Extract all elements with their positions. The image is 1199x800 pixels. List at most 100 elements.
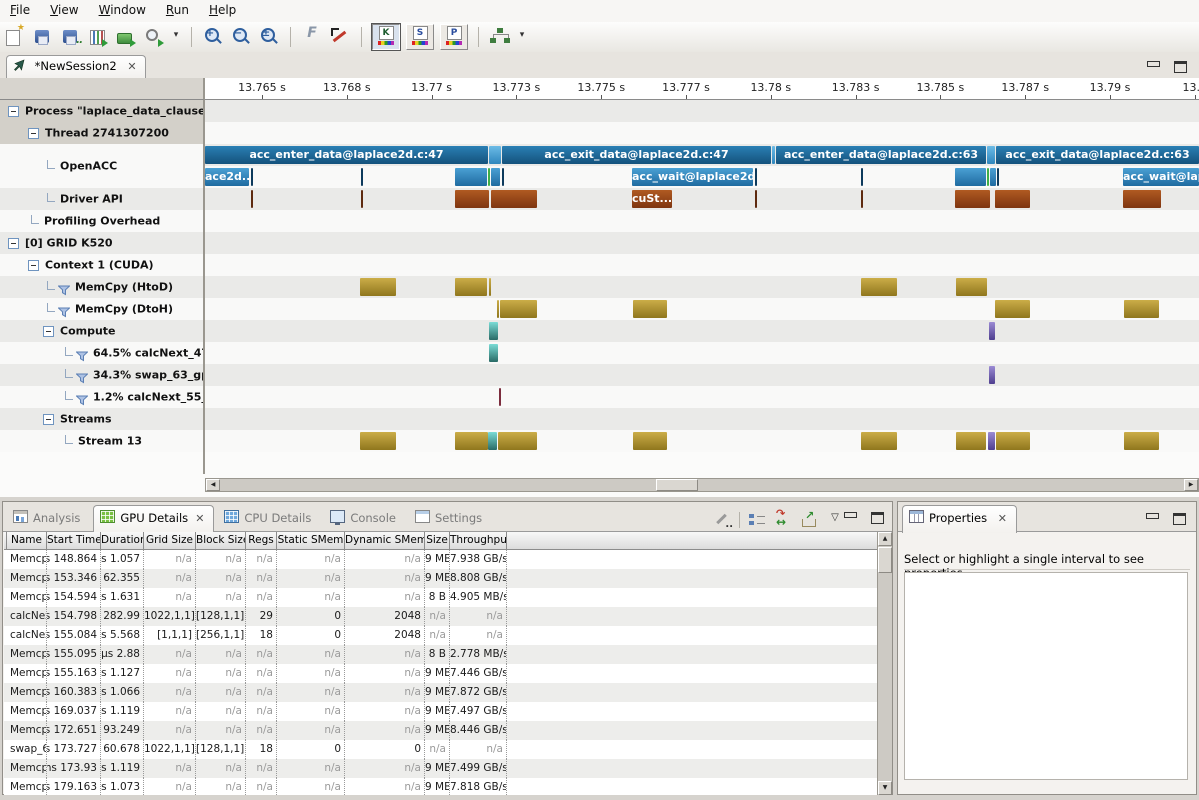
tab-console[interactable]: Console xyxy=(324,506,405,531)
openacc-wait-interval[interactable] xyxy=(491,168,500,186)
time-ruler[interactable]: 13.765 s13.768 s13.77 s13.773 s13.775 s1… xyxy=(205,78,1199,100)
tree-row-stream-13[interactable]: Stream 13 xyxy=(0,430,203,452)
tree-row-profiling-overhead[interactable]: Profiling Overhead xyxy=(0,210,203,232)
openacc-wait-interval[interactable] xyxy=(987,168,989,186)
tree-row-34-3-swap-63-gpu[interactable]: 34.3% swap_63_gpu xyxy=(0,364,203,386)
table-row[interactable]: calcNext154.798 ms282.99 µs1022,1,1][128… xyxy=(4,607,878,626)
tab-settings[interactable]: Settings xyxy=(409,506,491,531)
stream-13-interval[interactable] xyxy=(633,432,667,450)
hscroll-thumb[interactable] xyxy=(656,479,698,491)
driver-api-interval[interactable] xyxy=(955,190,990,208)
memcpy-dtoh-interval[interactable] xyxy=(1124,300,1159,318)
openacc-wait-interval[interactable] xyxy=(997,168,999,186)
openacc-enter-exit-interval[interactable]: acc_enter_data@laplace2d.c:63 xyxy=(776,146,986,164)
close-icon[interactable]: ✕ xyxy=(127,60,136,73)
table-row[interactable]: Memcpy172.651 ms93.249 µsn/an/an/an/an/a… xyxy=(4,721,878,740)
collapse-icon[interactable] xyxy=(28,128,39,139)
tree-row-context-1-cuda[interactable]: Context 1 (CUDA) xyxy=(0,254,203,276)
driver-api-interval[interactable] xyxy=(861,190,863,208)
memcpy-dtoh-interval[interactable] xyxy=(995,300,1030,318)
move-icon[interactable] xyxy=(774,512,792,528)
vscroll-thumb[interactable] xyxy=(878,547,892,573)
stream-13-interval[interactable] xyxy=(488,432,497,450)
kernel-colors-button[interactable]: K xyxy=(372,24,400,50)
openacc-enter-exit-interval[interactable] xyxy=(987,146,995,164)
stream-13-interval[interactable] xyxy=(996,432,1030,450)
zoom-fit-icon[interactable]: ± xyxy=(258,26,280,48)
driver-api-interval[interactable] xyxy=(1123,190,1161,208)
minimize-icon[interactable] xyxy=(844,512,857,518)
save-all-icon[interactable]: … xyxy=(59,26,81,48)
memcpy-htod-interval[interactable] xyxy=(861,278,897,296)
scroll-down-icon[interactable]: ▼ xyxy=(878,781,892,795)
kernel-calcnext-47-interval[interactable] xyxy=(489,344,498,362)
collapse-icon[interactable] xyxy=(28,260,39,271)
analysis-view-icon[interactable] xyxy=(489,26,511,48)
memcpy-htod-interval[interactable] xyxy=(956,278,987,296)
menu-window[interactable]: Window xyxy=(89,0,156,22)
column-header-dynamic-smem[interactable]: Dynamic SMem xyxy=(345,532,425,550)
collapse-icon[interactable] xyxy=(8,106,19,117)
tree-row-64-5-calcnext-47[interactable]: 64.5% calcNext_47_... xyxy=(0,342,203,364)
column-header-block-size[interactable]: Block Size xyxy=(196,532,246,550)
timeline-hscrollbar[interactable]: ◀ ▶ xyxy=(205,478,1199,492)
stream-13-interval[interactable] xyxy=(956,432,986,450)
pencil-icon[interactable] xyxy=(713,512,731,528)
process-colors-button[interactable]: P xyxy=(440,24,468,50)
menu-file[interactable]: File xyxy=(0,0,40,22)
maximize-icon[interactable] xyxy=(871,512,884,524)
scroll-right-icon[interactable]: ▶ xyxy=(1184,479,1198,491)
measure-ruler-icon[interactable]: F xyxy=(301,26,323,48)
table-row[interactable]: Memcpy154.594 ms1.631 µsn/an/an/an/an/a8… xyxy=(4,588,878,607)
menu-help[interactable]: Help xyxy=(199,0,246,22)
memcpy-dtoh-interval[interactable] xyxy=(497,300,499,318)
tree-row-driver-api[interactable]: Driver API xyxy=(0,188,203,210)
stream-13-interval[interactable] xyxy=(360,432,396,450)
table-row[interactable]: Memcpy173.93 ms1.119 msn/an/an/an/an/a9 … xyxy=(4,759,878,778)
table-row[interactable]: Memcpy153.346 ms62.355 µsn/an/an/an/an/a… xyxy=(4,569,878,588)
compute-interval[interactable] xyxy=(989,322,995,340)
save-icon[interactable] xyxy=(31,26,53,48)
memcpy-htod-interval[interactable] xyxy=(455,278,487,296)
openacc-enter-exit-interval[interactable]: acc_exit_data@laplace2d.c:63 xyxy=(996,146,1199,164)
tree-row-streams[interactable]: Streams xyxy=(0,408,203,430)
openacc-enter-exit-interval[interactable]: acc_exit_data@laplace2d.c:47 xyxy=(502,146,771,164)
tree-row-memcpy-dtoh[interactable]: MemCpy (DtoH) xyxy=(0,298,203,320)
stream-13-interval[interactable] xyxy=(988,432,995,450)
column-header-name[interactable]: Name xyxy=(7,532,47,550)
openacc-wait-interval[interactable] xyxy=(502,168,504,186)
tree-row-thread-2741307200[interactable]: Thread 2741307200 xyxy=(0,122,203,144)
minimize-icon[interactable] xyxy=(1146,513,1159,519)
collapse-icon[interactable] xyxy=(8,238,19,249)
stream-colors-button[interactable]: S xyxy=(406,24,434,50)
openacc-wait-interval[interactable] xyxy=(488,168,490,186)
table-row[interactable]: Memcpy155.163 ms1.127 msn/an/an/an/an/a9… xyxy=(4,664,878,683)
tree-row-0-grid-k520[interactable]: [0] GRID K520 xyxy=(0,232,203,254)
minimize-icon[interactable] xyxy=(1147,61,1160,67)
stream-13-interval[interactable] xyxy=(1124,432,1159,450)
memcpy-htod-interval[interactable] xyxy=(489,278,491,296)
column-header-size[interactable]: Size xyxy=(425,532,450,550)
openacc-wait-interval[interactable] xyxy=(455,168,487,186)
table-row[interactable]: Memcpy148.864 ms1.057 msn/an/an/an/an/a9… xyxy=(4,550,878,569)
timeline-canvas[interactable]: acc_enter_data@laplace2d.c:47acc_exit_da… xyxy=(205,100,1199,474)
driver-api-interval[interactable] xyxy=(491,190,537,208)
zoom-out-icon[interactable]: − xyxy=(230,26,252,48)
tree-row-1-2-calcnext-55-g[interactable]: 1.2% calcNext_55_g... xyxy=(0,386,203,408)
scroll-left-icon[interactable]: ◀ xyxy=(206,479,220,491)
column-header-duration[interactable]: Duration xyxy=(101,532,144,550)
table-row[interactable]: Memcpy155.095 ms2.88 µsn/an/an/an/an/a8 … xyxy=(4,645,878,664)
tab-cpu-details[interactable]: CPU Details xyxy=(218,506,320,531)
menu-view[interactable]: View xyxy=(40,0,88,22)
kernel-swap-63-interval[interactable] xyxy=(989,366,995,384)
openacc-wait-interval[interactable] xyxy=(251,168,253,186)
tree-row-process-laplace-data-clauses-10[interactable]: Process "laplace_data_clauses 10... xyxy=(0,100,203,122)
new-session-icon[interactable] xyxy=(3,26,25,48)
kernel-calcnext-55-interval[interactable] xyxy=(499,388,501,406)
caret-icon[interactable]: ▾ xyxy=(171,26,181,48)
export-icon[interactable] xyxy=(800,512,818,528)
memcpy-dtoh-interval[interactable] xyxy=(500,300,537,318)
openacc-wait-interval[interactable] xyxy=(755,168,757,186)
close-icon[interactable]: ✕ xyxy=(998,512,1007,525)
column-header-start-time[interactable]: Start Time xyxy=(47,532,101,550)
